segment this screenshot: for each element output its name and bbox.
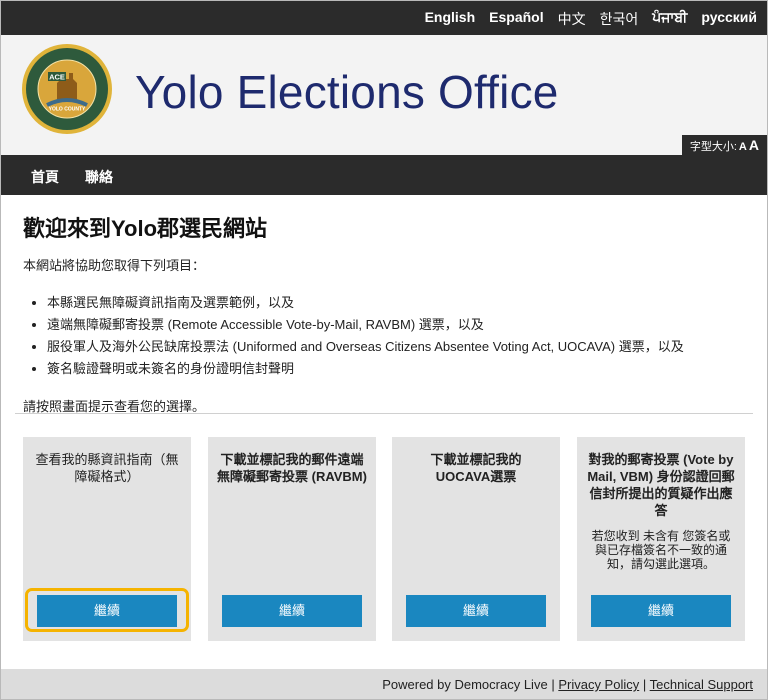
card-title: 查看我的縣資訊指南（無障礙格式）	[35, 452, 179, 484]
footer-separator: |	[551, 677, 555, 692]
language-chinese[interactable]: 中文	[558, 9, 586, 29]
card-ravbm: 下載並標記我的郵件遠端無障礙郵寄投票 (RAVBM) 繼續	[208, 437, 376, 641]
list-item: 服役軍人及海外公民缺席投票法 (Uniformed and Overseas C…	[47, 336, 753, 358]
language-english[interactable]: English	[425, 9, 476, 29]
continue-button-uocava[interactable]: 繼續	[406, 595, 546, 627]
privacy-policy-link[interactable]: Privacy Policy	[558, 677, 639, 692]
font-size-control: 字型大小: A A	[681, 135, 767, 155]
nav-contact[interactable]: 聯絡	[85, 167, 113, 187]
main-nav: 首頁 聯絡	[1, 155, 767, 195]
site-header: ACE YOLO COUNTY Yolo Elections Office 字型…	[1, 35, 767, 155]
seal-center-text: ACE	[49, 73, 65, 82]
list-item: 本縣選民無障礙資訊指南及選票範例，以及	[47, 292, 753, 314]
card-title: 對我的郵寄投票 (Vote by Mail, VBM) 身份認證回郵信封所提出的…	[587, 452, 735, 518]
language-punjabi[interactable]: ਪੰਜਾਬੀ	[652, 9, 687, 29]
site-title: Yolo Elections Office	[135, 66, 559, 118]
list-item: 遠端無障礙郵寄投票 (Remote Accessible Vote-by-Mai…	[47, 314, 753, 336]
language-russian[interactable]: русский	[701, 9, 757, 29]
language-list: English Español 中文 한국어 ਪੰਜਾਬੀ русский	[425, 9, 757, 29]
page-heading: 歡迎來到Yolo郡選民網站	[23, 216, 268, 241]
card-vbm-challenge: 對我的郵寄投票 (Vote by Mail, VBM) 身份認證回郵信封所提出的…	[577, 437, 745, 641]
technical-support-link[interactable]: Technical Support	[650, 677, 753, 692]
focus-highlight	[25, 588, 189, 632]
intro-text: 本網站將協助您取得下列項目：	[23, 258, 206, 273]
continue-button-vbm-challenge[interactable]: 繼續	[591, 595, 731, 627]
card-title: 下載並標記我的郵件遠端無障礙郵寄投票 (RAVBM)	[217, 452, 367, 484]
language-bar: English Español 中文 한국어 ਪੰਜਾਬੀ русский	[1, 1, 767, 35]
card-note: 若您收到 未含有 您簽名或與已存檔簽名不一致的通知，請勾選此選項。	[591, 529, 731, 571]
card-title: 下載並標記我的 UOCAVA選票	[430, 452, 522, 484]
site-footer: Powered by Democracy Live | Privacy Poli…	[1, 669, 767, 699]
footer-text: Powered by Democracy Live | Privacy Poli…	[382, 677, 753, 692]
main-content: 歡迎來到Yolo郡選民網站 本網站將協助您取得下列項目： 本縣選民無障礙資訊指南…	[23, 211, 753, 415]
section-divider	[15, 413, 753, 414]
font-size-small-button[interactable]: A	[739, 141, 747, 153]
font-size-label: 字型大小:	[689, 141, 737, 153]
card-uocava: 下載並標記我的 UOCAVA選票 繼續	[392, 437, 560, 641]
service-list: 本縣選民無障礙資訊指南及選票範例，以及 遠端無障礙郵寄投票 (Remote Ac…	[23, 292, 753, 380]
powered-by-text: Powered by Democracy Live	[382, 677, 548, 692]
font-size-large-button[interactable]: A	[749, 137, 759, 153]
language-spanish[interactable]: Español	[489, 9, 543, 29]
county-seal-logo: ACE YOLO COUNTY	[22, 44, 112, 134]
seal-banner-text: YOLO COUNTY	[49, 107, 86, 113]
footer-separator: |	[642, 677, 647, 692]
list-item: 簽名驗證聲明或未簽名的身份證明信封聲明	[47, 358, 753, 380]
continue-button-ravbm[interactable]: 繼續	[222, 595, 362, 627]
nav-home[interactable]: 首頁	[31, 167, 59, 187]
page-frame: English Español 中文 한국어 ਪੰਜਾਬੀ русский AC…	[0, 0, 768, 700]
language-korean[interactable]: 한국어	[600, 9, 639, 29]
